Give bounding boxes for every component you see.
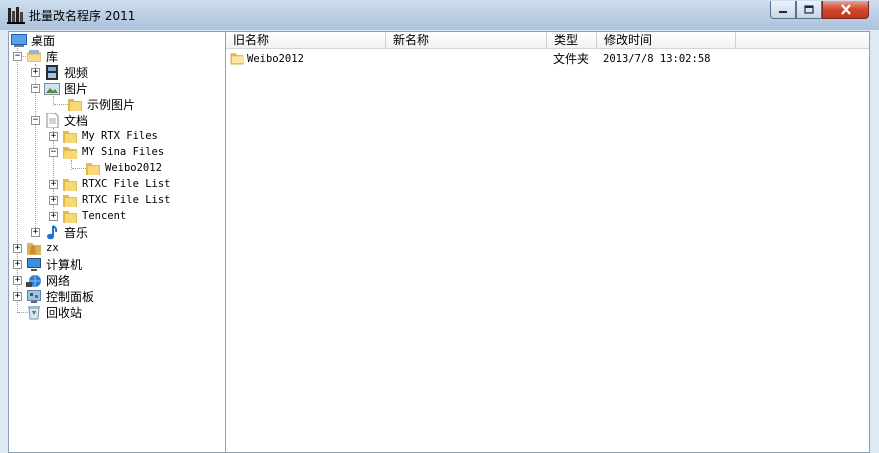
- tree-item-label: My RTX Files: [82, 130, 158, 142]
- control-panel-icon: [27, 289, 41, 303]
- expand-icon[interactable]: +: [31, 227, 40, 237]
- network-icon: [26, 274, 41, 287]
- expand-icon[interactable]: +: [49, 211, 58, 221]
- close-icon: [840, 4, 851, 15]
- cell-type: 文件夹: [553, 52, 590, 66]
- expand-icon[interactable]: +: [49, 131, 58, 141]
- maximize-icon: [804, 5, 814, 14]
- tree-item-pictures[interactable]: − 图片: [31, 80, 88, 96]
- tree-item-weibo2012[interactable]: Weibo2012: [85, 160, 162, 176]
- tree-item-label: 示例图片: [87, 97, 136, 112]
- tree-item-label: 视频: [64, 65, 89, 80]
- tree-item-recycle-bin[interactable]: 回收站: [26, 304, 82, 320]
- tree-item-rtxc-file-list[interactable]: + RTXC File List: [49, 192, 171, 208]
- music-icon: [47, 224, 58, 239]
- cell-old-name: Weibo2012: [226, 52, 386, 65]
- tree-item-label: RTXC File List: [82, 178, 171, 190]
- expand-icon[interactable]: +: [49, 179, 58, 189]
- tree-item-label: 桌面: [31, 33, 56, 48]
- tree-item-label: 控制面板: [46, 289, 95, 304]
- library-icon: [27, 49, 41, 62]
- folder-icon: [63, 194, 77, 207]
- computer-icon: [27, 257, 41, 271]
- folder-icon: [63, 210, 77, 223]
- window-title: 批量改名程序 2011: [29, 9, 136, 23]
- tree-item-computer[interactable]: + 计算机: [13, 256, 82, 272]
- tree-item-documents[interactable]: − 文档: [31, 112, 88, 128]
- folder-icon: [63, 130, 77, 143]
- tree-item-control-panel[interactable]: + 控制面板: [13, 288, 94, 304]
- minimize-icon: [779, 10, 787, 13]
- tree-item-my-sina-files[interactable]: − MY Sina Files: [49, 144, 164, 160]
- tree-item-label: zx: [46, 242, 59, 254]
- tree-item-network[interactable]: + 网络: [13, 272, 70, 288]
- documents-icon: [46, 112, 59, 128]
- tree-item-label: Tencent: [82, 210, 127, 222]
- tree-item-library[interactable]: − 库: [13, 48, 58, 64]
- collapse-icon[interactable]: −: [31, 83, 40, 93]
- column-modified[interactable]: 修改时间: [597, 32, 736, 48]
- expand-icon[interactable]: +: [31, 67, 40, 77]
- tree-item-label: MY Sina Files: [82, 146, 165, 158]
- tree-item-desktop[interactable]: 桌面: [11, 32, 55, 48]
- tree-item-label: 网络: [46, 273, 71, 288]
- tree-item-my-rtx-files[interactable]: + My RTX Files: [49, 128, 158, 144]
- tree-item-label: 文档: [64, 113, 89, 128]
- list-header: 旧名称 新名称 类型 修改时间: [226, 32, 869, 49]
- folder-icon: [86, 162, 100, 175]
- recycle-bin-icon: [28, 305, 40, 319]
- tree-item-label: 图片: [64, 81, 89, 96]
- tree-item-video[interactable]: + 视频: [31, 64, 88, 80]
- column-new-name[interactable]: 新名称: [386, 32, 547, 48]
- folder-icon: [63, 178, 77, 191]
- folder-icon: [68, 98, 82, 111]
- expand-icon[interactable]: +: [13, 243, 22, 253]
- tree-item-zx[interactable]: + zx: [13, 240, 59, 256]
- expand-icon[interactable]: +: [13, 275, 22, 285]
- app-icon: [7, 7, 25, 24]
- folder-open-icon: [63, 146, 78, 159]
- maximize-button[interactable]: [796, 1, 822, 19]
- tree-item-rtxc-file-list[interactable]: + RTXC File List: [49, 176, 171, 192]
- tree-item-label: RTXC File List: [82, 194, 171, 206]
- folder-tree[interactable]: 桌面 − 库 + 视频 − 图片 示例图片 − 文档 + My RTX File…: [9, 32, 226, 452]
- collapse-icon[interactable]: −: [31, 115, 40, 125]
- video-icon: [46, 64, 58, 80]
- desktop-icon: [11, 33, 27, 47]
- tree-item-label: 计算机: [46, 257, 83, 272]
- column-type[interactable]: 类型: [547, 32, 597, 48]
- tree-line: [54, 104, 68, 105]
- expand-icon[interactable]: +: [13, 291, 22, 301]
- cell-modified: 2013/7/8 13:02:58: [603, 52, 711, 65]
- expand-icon[interactable]: +: [13, 259, 22, 269]
- expand-icon[interactable]: +: [49, 195, 58, 205]
- table-row[interactable]: Weibo2012 文件夹 2013/7/8 13:02:58: [226, 50, 736, 67]
- tree-line: [72, 168, 86, 169]
- tree-item-label: 库: [46, 49, 59, 64]
- file-list[interactable]: 旧名称 新名称 类型 修改时间 Weibo2012 文件夹 2013/7/8 1…: [226, 32, 869, 452]
- tree-item-label: 回收站: [46, 305, 83, 320]
- collapse-icon[interactable]: −: [49, 147, 58, 157]
- folder-icon: [230, 53, 244, 65]
- collapse-icon[interactable]: −: [13, 51, 22, 61]
- title-bar[interactable]: 批量改名程序 2011: [0, 0, 879, 30]
- pictures-icon: [44, 82, 60, 95]
- minimize-button[interactable]: [770, 1, 796, 19]
- column-old-name[interactable]: 旧名称: [226, 32, 386, 48]
- main-client-area: 桌面 − 库 + 视频 − 图片 示例图片 − 文档 + My RTX File…: [8, 31, 870, 453]
- tree-item-label: 音乐: [64, 225, 89, 240]
- tree-item-music[interactable]: + 音乐: [31, 224, 88, 240]
- tree-item-sample-pictures[interactable]: 示例图片: [67, 96, 135, 112]
- user-folder-icon: [27, 242, 41, 255]
- close-button[interactable]: [822, 1, 869, 19]
- tree-item-label: Weibo2012: [105, 162, 162, 174]
- tree-item-tencent[interactable]: + Tencent: [49, 208, 126, 224]
